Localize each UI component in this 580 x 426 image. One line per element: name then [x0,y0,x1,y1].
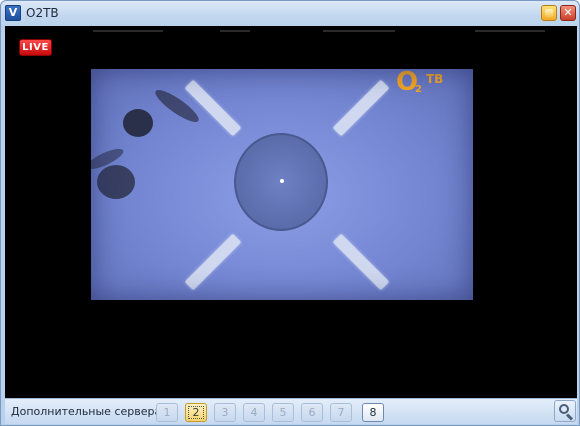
server-button-8[interactable]: 8 [362,403,384,422]
minimize-icon[interactable] [541,5,557,21]
live-badge: LIVE [19,39,52,56]
magnifier-handle [565,413,574,421]
video-frame: O 2 ТВ [91,69,473,300]
video-player[interactable]: LIVE O 2 ТВ [5,26,577,398]
close-icon[interactable]: ✕ [560,5,576,21]
signal-noise-line [323,30,395,32]
server-button-6[interactable]: 6 [301,403,323,422]
signal-noise-line [220,30,250,32]
signal-noise-line [93,30,163,32]
magnifier-icon[interactable] [554,400,576,422]
server-button-7[interactable]: 7 [330,403,352,422]
server-button-3[interactable]: 3 [214,403,236,422]
app-window: V O2TB ✕ LIVE O 2 ТВ Дополнительные серв… [0,0,580,426]
frame-vignette [91,69,473,300]
title-bar[interactable]: V O2TB ✕ [1,1,579,26]
app-icon[interactable]: V [5,5,21,21]
server-button-1[interactable]: 1 [156,403,178,422]
extra-servers-label: Дополнительные сервера [11,405,162,418]
window-title: O2TB [26,6,59,20]
signal-noise-line [475,30,545,32]
server-button-5[interactable]: 5 [272,403,294,422]
server-bar: Дополнительные сервера 1 2 3 4 5 6 7 8 [5,398,577,424]
server-button-4[interactable]: 4 [243,403,265,422]
server-button-2[interactable]: 2 [185,403,207,422]
